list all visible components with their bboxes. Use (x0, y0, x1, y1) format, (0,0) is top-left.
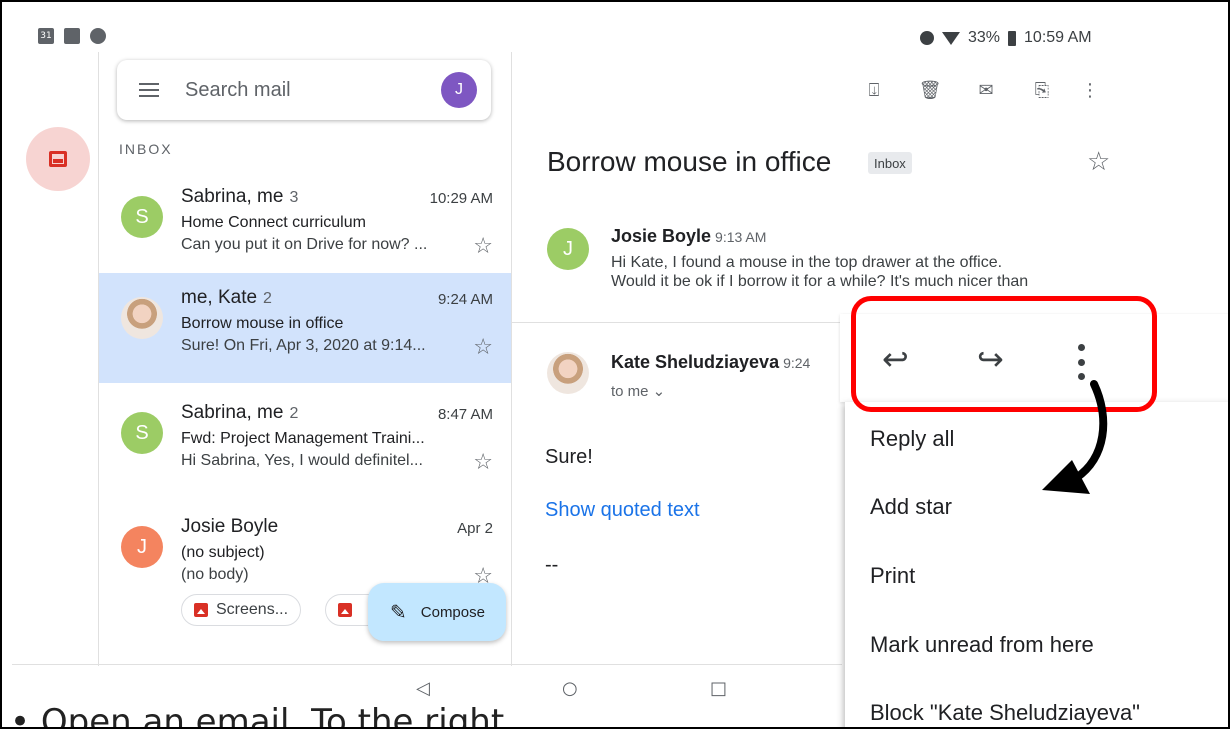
recents-nav-icon[interactable]: □ (710, 678, 727, 699)
menu-item-print[interactable]: Print (870, 563, 915, 589)
calendar-icon: 31 (38, 28, 54, 44)
star-icon[interactable]: ☆ (473, 450, 493, 475)
message-time: 9:13 AM (715, 229, 767, 245)
menu-icon[interactable] (139, 83, 159, 97)
account-avatar[interactable]: J (441, 72, 477, 108)
annotation-arrow-icon (1042, 380, 1108, 494)
archive-icon[interactable]: ⍗ (864, 80, 884, 101)
email-snippet: (no body) (181, 566, 249, 583)
image-icon (64, 28, 80, 44)
compose-button[interactable]: ✎ Compose (368, 583, 506, 641)
email-sender: Sabrina, me 2 (181, 402, 299, 423)
home-nav-icon[interactable]: ○ (562, 678, 578, 699)
message-sender[interactable]: Kate Sheludziayeva 9:24 (611, 352, 839, 373)
inbox-heading: INBOX (119, 141, 173, 157)
more-options-icon[interactable]: ⋮ (1080, 80, 1100, 101)
thread-subject: Borrow mouse in office (547, 146, 832, 177)
email-sender: Sabrina, me 3 (181, 186, 299, 207)
thread-count: 2 (263, 290, 272, 307)
menu-item-block-sender[interactable]: Block "Kate Sheludziayeva" (870, 700, 1140, 726)
email-sender: me, Kate 2 (181, 287, 272, 308)
email-subject: Borrow mouse in office (181, 315, 344, 332)
compose-label: Compose (420, 603, 485, 621)
attachment-chip[interactable]: Screens... (181, 594, 302, 626)
recipient-details[interactable]: to me ⌄ (611, 382, 665, 400)
status-bar-right: 33% 10:59 AM (920, 29, 1092, 47)
attachment-name: Screens... (216, 601, 289, 618)
sender-avatar: S (121, 196, 163, 238)
email-subject: Home Connect curriculum (181, 214, 366, 231)
email-time: 10:29 AM (429, 190, 493, 207)
email-snippet: Can you put it on Drive for now? ... (181, 236, 428, 253)
mark-unread-icon[interactable]: ✉ (976, 80, 996, 101)
message-divider (512, 322, 842, 323)
email-subject: (no subject) (181, 544, 265, 561)
message-preview: Would it be ok if I borrow it for a whil… (611, 273, 1029, 290)
email-snippet: Hi Sabrina, Yes, I would definitel... (181, 452, 423, 469)
message-sender[interactable]: Josie Boyle 9:13 AM (611, 226, 766, 247)
email-row[interactable]: S Sabrina, me 3 10:29 AM Home Connect cur… (99, 172, 511, 284)
do-not-disturb-icon (920, 31, 934, 45)
weather-icon (90, 28, 106, 44)
move-to-icon[interactable]: ⎘ (1032, 80, 1052, 101)
email-list-pane: Search mail J INBOX S Sabrina, me 3 10:29… (98, 52, 512, 666)
email-time: Apr 2 (457, 520, 493, 537)
clock: 10:59 AM (1024, 29, 1092, 46)
sender-avatar: J (547, 228, 589, 270)
label-tag[interactable]: Inbox (868, 152, 912, 174)
show-quoted-text-link[interactable]: Show quoted text (545, 499, 700, 522)
sender-avatar: S (121, 412, 163, 454)
wifi-icon (942, 31, 960, 45)
image-attachment-icon (194, 603, 208, 617)
delete-icon[interactable]: 🗑 (919, 80, 942, 101)
email-row-selected[interactable]: me, Kate 2 9:24 AM Borrow mouse in office… (99, 273, 511, 383)
sender-avatar-photo (547, 352, 589, 394)
inbox-nav-button[interactable] (26, 127, 90, 191)
message-time: 9:24 (783, 355, 811, 371)
star-icon[interactable]: ☆ (1087, 147, 1110, 177)
menu-item-reply-all[interactable]: Reply all (870, 426, 954, 452)
caption-text: • Open an email. To the right (10, 702, 505, 729)
sender-avatar: J (121, 526, 163, 568)
screenshot-frame: 31 33% 10:59 AM Search mail J INBOX S Sa… (0, 0, 1230, 729)
menu-item-mark-unread[interactable]: Mark unread from here (870, 632, 1094, 658)
email-row[interactable]: S Sabrina, me 2 8:47 AM Fwd: Project Mana… (99, 388, 511, 500)
email-snippet: Sure! On Fri, Apr 3, 2020 at 9:14... (181, 337, 426, 354)
inbox-icon (49, 151, 67, 167)
menu-item-add-star[interactable]: Add star (870, 494, 952, 520)
email-time: 9:24 AM (437, 291, 493, 308)
status-bar-left: 31 (38, 28, 106, 44)
email-time: 8:47 AM (437, 406, 493, 423)
search-input[interactable]: Search mail (185, 79, 441, 102)
search-bar[interactable]: Search mail J (117, 60, 491, 120)
nav-divider (12, 664, 842, 665)
battery-percent: 33% (968, 29, 1001, 46)
battery-icon (1008, 30, 1017, 46)
message-preview: Hi Kate, I found a mouse in the top draw… (611, 254, 1003, 271)
image-attachment-icon (338, 603, 352, 617)
star-icon[interactable]: ☆ (473, 234, 493, 259)
thread-count: 2 (289, 405, 299, 422)
star-icon[interactable]: ☆ (473, 335, 493, 360)
message-body: Sure! (545, 446, 593, 468)
thread-count: 3 (289, 189, 299, 206)
pencil-icon: ✎ (390, 600, 407, 624)
email-subject: Fwd: Project Management Traini... (181, 430, 425, 447)
message-signature: -- (545, 554, 559, 576)
caption-bullet: • Open an email. To the right (2, 694, 562, 729)
email-sender: Josie Boyle (181, 516, 279, 537)
sender-avatar-photo (121, 297, 163, 339)
